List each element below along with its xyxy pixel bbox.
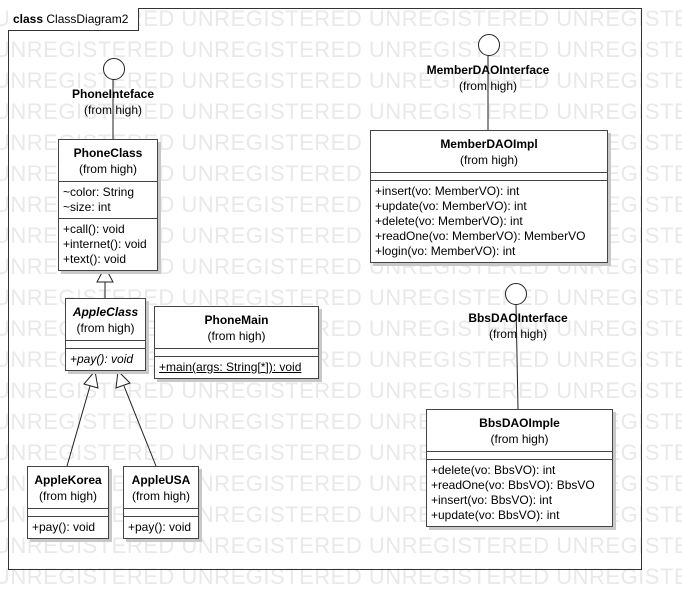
class-name: AppleClass — [72, 305, 139, 319]
appleusa-generalization-line — [123, 385, 157, 467]
class-operations: +call(): void +internet(): void +text():… — [59, 218, 157, 270]
operation: +pay(): void — [128, 520, 192, 534]
class-bbsdaoimple[interactable]: BbsDAOImple (from high) +delete(vo: BbsV… — [426, 409, 613, 527]
class-name: MemberDAOImpl — [440, 137, 538, 151]
class-header: PhoneMain (from high) — [155, 307, 318, 348]
class-header: PhoneClass (from high) — [59, 140, 157, 181]
attribute: ~size: int — [63, 200, 111, 214]
frame-kind: class — [13, 12, 44, 26]
class-attributes — [427, 451, 612, 459]
interface-from: (from high) — [83, 103, 142, 117]
applekorea-generalization-line — [66, 385, 91, 467]
class-package: (from high) — [76, 321, 135, 335]
operation: +pay(): void — [32, 520, 96, 534]
interface-from: (from high) — [488, 327, 547, 341]
operation: +main(args: String[*]): void — [159, 360, 302, 374]
class-appleclass[interactable]: AppleClass (from high) +pay(): void — [65, 298, 146, 371]
class-header: AppleClass (from high) — [66, 299, 145, 340]
class-package: (from high) — [490, 432, 549, 446]
bbs-dao-interface-lollipop-icon[interactable] — [505, 283, 527, 305]
class-phoneclass[interactable]: PhoneClass (from high) ~color: String ~s… — [58, 139, 158, 271]
phone-inteface-lollipop-icon[interactable] — [103, 58, 125, 80]
class-phonemain[interactable]: PhoneMain (from high) +main(args: String… — [154, 306, 319, 379]
phone-inteface-label: PhoneInteface (from high) — [61, 86, 165, 118]
interface-from: (from high) — [458, 79, 517, 93]
class-attributes: ~color: String ~size: int — [59, 181, 157, 218]
class-attributes — [371, 172, 607, 180]
operation: +readOne(vo: MemberVO): MemberVO — [375, 229, 586, 243]
class-operations: +main(args: String[*]): void — [155, 356, 318, 378]
class-package: (from high) — [131, 489, 190, 503]
class-attributes — [124, 508, 198, 516]
operation: +login(vo: MemberVO): int — [375, 244, 516, 258]
operation: +update(vo: BbsVO): int — [431, 508, 560, 522]
class-attributes — [66, 340, 145, 348]
class-name: AppleKorea — [34, 473, 102, 487]
operation: +insert(vo: MemberVO): int — [375, 184, 520, 198]
class-header: AppleKorea (from high) — [28, 467, 108, 508]
operation: +readOne(vo: BbsVO): BbsVO — [431, 478, 595, 492]
operation: +delete(vo: BbsVO): int — [431, 463, 556, 477]
member-dao-interface-label: MemberDAOInterface (from high) — [415, 62, 561, 94]
operation: +pay(): void — [70, 352, 134, 366]
class-name: PhoneClass — [73, 146, 143, 160]
class-name: PhoneMain — [204, 313, 269, 327]
class-applekorea[interactable]: AppleKorea (from high) +pay(): void — [27, 466, 109, 539]
class-package: (from high) — [459, 153, 518, 167]
class-name: AppleUSA — [131, 473, 191, 487]
operation: +call(): void — [63, 222, 125, 236]
applekorea-generalization-arrow — [83, 369, 99, 389]
diagram-frame-tab: class ClassDiagram2 — [8, 8, 140, 31]
member-dao-interface-lollipop-icon[interactable] — [478, 34, 500, 56]
class-package: (from high) — [207, 329, 266, 343]
interface-name: BbsDAOInterface — [468, 311, 568, 325]
interface-name: PhoneInteface — [71, 87, 155, 101]
operation: +insert(vo: BbsVO): int — [431, 493, 553, 507]
operation: +update(vo: MemberVO): int — [375, 199, 527, 213]
class-header: AppleUSA (from high) — [124, 467, 198, 508]
class-operations: +delete(vo: BbsVO): int +readOne(vo: Bbs… — [427, 459, 612, 526]
bbs-dao-interface-label: BbsDAOInterface (from high) — [452, 310, 584, 342]
appleusa-generalization-arrow — [115, 369, 131, 389]
class-operations: +pay(): void — [28, 516, 108, 538]
class-appleusa[interactable]: AppleUSA (from high) +pay(): void — [123, 466, 199, 539]
interface-name: MemberDAOInterface — [426, 63, 550, 77]
class-name: BbsDAOImple — [479, 416, 560, 430]
class-attributes — [28, 508, 108, 516]
class-header: MemberDAOImpl (from high) — [371, 131, 607, 172]
operation: +delete(vo: MemberVO): int — [375, 214, 523, 228]
class-header: BbsDAOImple (from high) — [427, 410, 612, 451]
class-operations: +pay(): void — [66, 348, 145, 370]
class-package: (from high) — [38, 489, 97, 503]
attribute: ~color: String — [63, 185, 135, 199]
frame-title: ClassDiagram2 — [46, 12, 129, 26]
class-attributes — [155, 348, 318, 356]
class-package: (from high) — [78, 162, 137, 176]
class-operations: +insert(vo: MemberVO): int +update(vo: M… — [371, 180, 607, 262]
class-memberdaoimpl[interactable]: MemberDAOImpl (from high) +insert(vo: Me… — [370, 130, 608, 263]
operation: +internet(): void — [63, 237, 147, 251]
class-operations: +pay(): void — [124, 516, 198, 538]
operation: +text(): void — [63, 252, 127, 266]
